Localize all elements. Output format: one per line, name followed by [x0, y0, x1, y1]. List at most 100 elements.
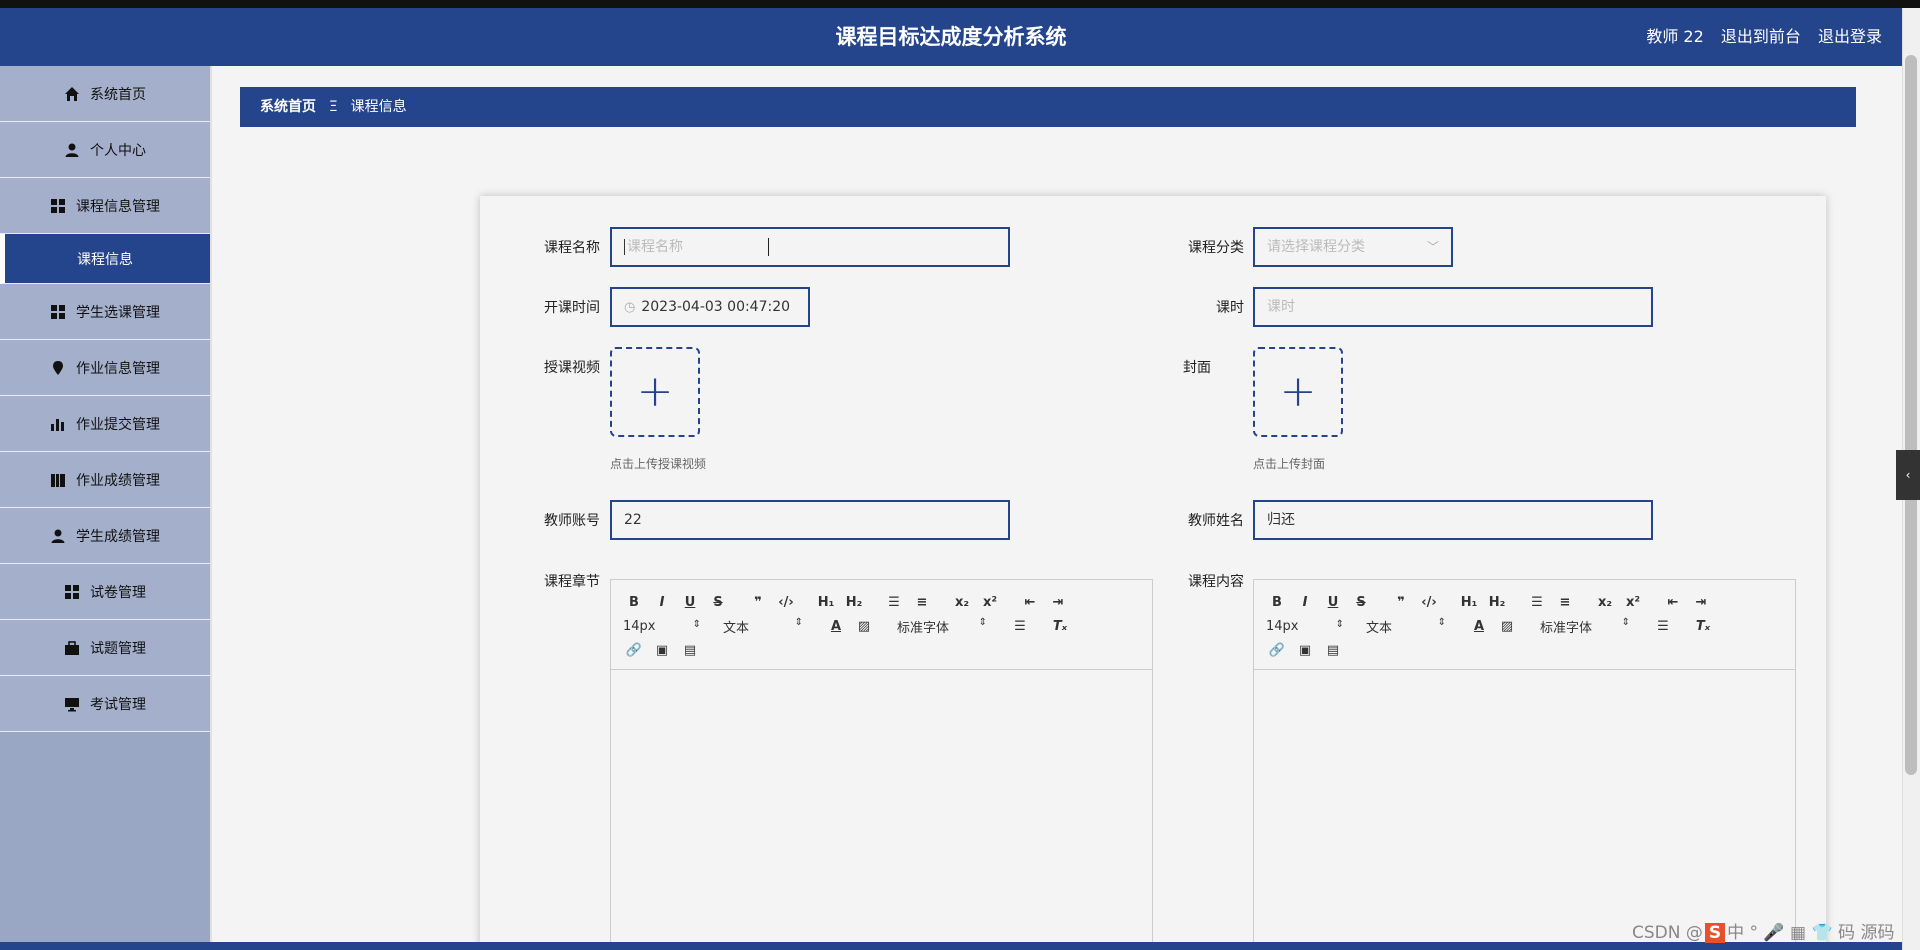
h2-button[interactable]: H₂	[1486, 595, 1508, 610]
scrollbar-thumb[interactable]	[1905, 55, 1917, 775]
link-icon[interactable]: 🔗	[1266, 643, 1288, 658]
sidebar: 系统首页 个人中心 课程信息管理 课程信息 学生选课管理 作业信息管理 作业提交…	[0, 66, 210, 950]
outdent-button[interactable]: ⇤	[1019, 595, 1041, 610]
sidebar-item-course-info[interactable]: 课程信息	[0, 234, 210, 284]
cover-upload-hint: 点击上传封面	[1253, 457, 1326, 471]
editor-toolbar: B I U S ❞ ‹/› H₁ H₂ ☰ ≡ x₂ x² ⇤ ⇥ 14px ⇕ …	[1254, 580, 1795, 670]
editor-toolbar: B I U S ❞ ‹/› H₁ H₂ ☰ ≡ x₂ x² ⇤ ⇥ 14px ⇕ …	[611, 580, 1152, 670]
code-button[interactable]: ‹/›	[1418, 595, 1440, 610]
italic-button[interactable]: I	[651, 595, 673, 610]
superscript-button[interactable]: x²	[979, 595, 1001, 610]
font-size-select[interactable]: 14px ⇕	[623, 619, 701, 634]
video-icon[interactable]: ▤	[679, 643, 701, 658]
chevron-updown-icon: ⇕	[1335, 618, 1344, 630]
cover-upload-button[interactable]: +	[1253, 347, 1343, 437]
font-family-select[interactable]: 标准字体 ⇕	[897, 617, 987, 636]
sidebar-item-label: 学生成绩管理	[76, 528, 160, 545]
teacher-name-input[interactable]: 归还	[1253, 500, 1653, 540]
h1-button[interactable]: H₁	[1458, 595, 1480, 610]
sidebar-item-label: 系统首页	[90, 86, 146, 103]
align-button[interactable]: ☰	[1009, 619, 1031, 634]
block-format-select[interactable]: 文本 ⇕	[723, 617, 803, 636]
breadcrumb: 系统首页 Ξ 课程信息	[240, 87, 1856, 127]
bullet-list-button[interactable]: ≡	[911, 595, 933, 610]
image-icon[interactable]: ▣	[1294, 643, 1316, 658]
bold-button[interactable]: B	[623, 595, 645, 610]
sidebar-item-label: 试题管理	[90, 640, 146, 657]
sidebar-item-homework-score[interactable]: 作业成绩管理	[0, 452, 210, 508]
sidebar-item-course-mgmt[interactable]: 课程信息管理	[0, 178, 210, 234]
breadcrumb-home[interactable]: 系统首页	[260, 99, 316, 115]
strike-button[interactable]: S	[707, 595, 729, 610]
ordered-list-button[interactable]: ☰	[883, 595, 905, 610]
h2-button[interactable]: H₂	[843, 595, 865, 610]
video-icon[interactable]: ▤	[1322, 643, 1344, 658]
sidebar-divider	[210, 66, 212, 950]
plus-icon: +	[636, 366, 674, 417]
back-to-front-link[interactable]: 退出到前台	[1721, 27, 1801, 46]
teacher-account-input[interactable]: 22	[610, 500, 1010, 540]
hours-input[interactable]: 课时	[1253, 287, 1653, 327]
indent-button[interactable]: ⇥	[1047, 595, 1069, 610]
superscript-button[interactable]: x²	[1622, 595, 1644, 610]
pin-icon	[53, 360, 63, 375]
teacher-account-label: 教师账号	[544, 513, 600, 529]
watermark: CSDN @ S 中 ° 🎤 ▦ 👕 码 源码	[1632, 918, 1894, 943]
underline-button[interactable]: U	[1322, 595, 1344, 610]
font-family-select[interactable]: 标准字体 ⇕	[1540, 617, 1630, 636]
sidebar-item-label: 课程信息	[77, 251, 133, 268]
font-size-value: 14px	[1266, 618, 1299, 634]
course-category-select[interactable]: 请选择课程分类 ﹀	[1253, 227, 1453, 267]
collapse-panel-button[interactable]: ‹	[1896, 450, 1920, 500]
image-icon[interactable]: ▣	[651, 643, 673, 658]
sidebar-item-home[interactable]: 系统首页	[0, 66, 210, 122]
sidebar-item-exam-paper[interactable]: 试卷管理	[0, 564, 210, 620]
ordered-list-button[interactable]: ☰	[1526, 595, 1548, 610]
indent-button[interactable]: ⇥	[1690, 595, 1712, 610]
user-icon	[51, 529, 65, 543]
code-button[interactable]: ‹/›	[775, 595, 797, 610]
italic-button[interactable]: I	[1294, 595, 1316, 610]
background-color-button[interactable]: ▨	[853, 619, 875, 634]
strike-button[interactable]: S	[1350, 595, 1372, 610]
sidebar-item-label: 作业提交管理	[76, 416, 160, 433]
sidebar-item-course-selection[interactable]: 学生选课管理	[0, 284, 210, 340]
subscript-button[interactable]: x₂	[951, 595, 973, 610]
chevron-updown-icon: ⇕	[794, 616, 803, 628]
sidebar-item-homework-submit[interactable]: 作业提交管理	[0, 396, 210, 452]
course-name-input[interactable]: 课程名称	[610, 227, 1010, 267]
start-time-input[interactable]: ◷ 2023-04-03 00:47:20	[610, 287, 810, 327]
link-icon[interactable]: 🔗	[623, 643, 645, 658]
quote-button[interactable]: ❞	[1390, 595, 1412, 610]
chapter-rich-editor: B I U S ❞ ‹/› H₁ H₂ ☰ ≡ x₂ x² ⇤ ⇥ 14px ⇕ …	[610, 579, 1153, 950]
font-size-select[interactable]: 14px ⇕	[1266, 619, 1344, 634]
sidebar-item-profile[interactable]: 个人中心	[0, 122, 210, 178]
font-color-button[interactable]: A	[825, 619, 847, 634]
h1-button[interactable]: H₁	[815, 595, 837, 610]
sidebar-item-label: 试卷管理	[90, 584, 146, 601]
quote-button[interactable]: ❞	[747, 595, 769, 610]
block-format-select[interactable]: 文本 ⇕	[1366, 617, 1446, 636]
grid-icon	[51, 304, 65, 319]
chevron-updown-icon: ⇕	[1621, 616, 1630, 628]
bold-button[interactable]: B	[1266, 595, 1288, 610]
background-color-button[interactable]: ▨	[1496, 619, 1518, 634]
sidebar-item-student-score[interactable]: 学生成绩管理	[0, 508, 210, 564]
clear-format-button[interactable]: Tₓ	[1692, 619, 1714, 634]
sidebar-item-exam[interactable]: 考试管理	[0, 676, 210, 732]
text-cursor-icon	[768, 238, 770, 258]
sidebar-item-homework-info[interactable]: 作业信息管理	[0, 340, 210, 396]
sidebar-item-question[interactable]: 试题管理	[0, 620, 210, 676]
font-color-button[interactable]: A	[1468, 619, 1490, 634]
book-icon	[51, 473, 65, 487]
underline-button[interactable]: U	[679, 595, 701, 610]
clear-format-button[interactable]: Tₓ	[1049, 619, 1071, 634]
outdent-button[interactable]: ⇤	[1662, 595, 1684, 610]
content-label: 课程内容	[1188, 574, 1244, 590]
bullet-list-button[interactable]: ≡	[1554, 595, 1576, 610]
logout-link[interactable]: 退出登录	[1818, 27, 1882, 46]
align-button[interactable]: ☰	[1652, 619, 1674, 634]
sidebar-item-label: 学生选课管理	[76, 304, 160, 321]
subscript-button[interactable]: x₂	[1594, 595, 1616, 610]
video-upload-button[interactable]: +	[610, 347, 700, 437]
